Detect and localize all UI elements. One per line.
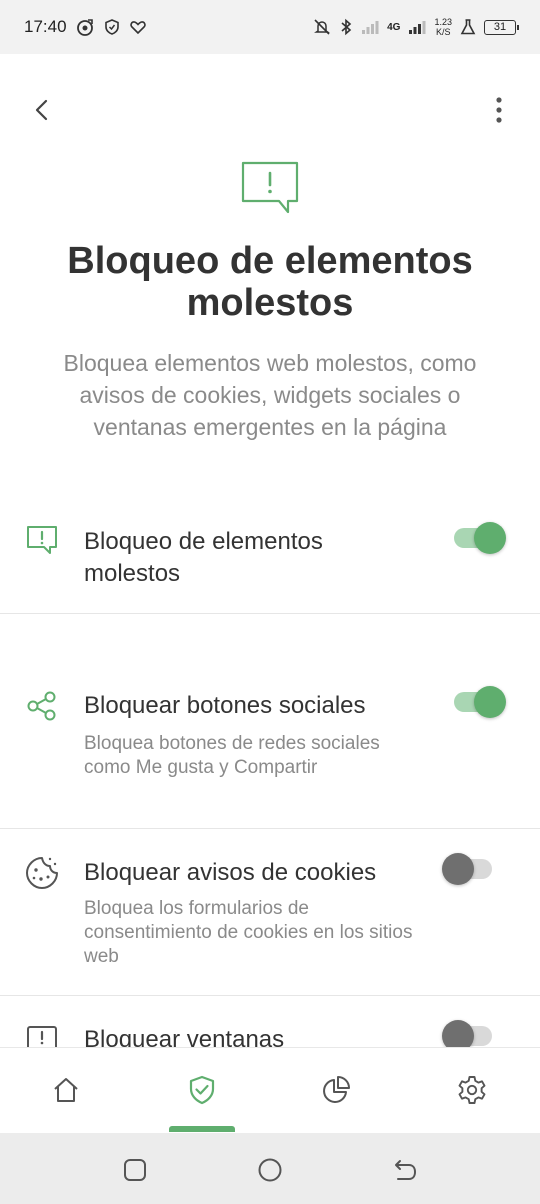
nav-home[interactable] [46,1070,86,1110]
network-speed-unit: K/S [435,27,451,37]
toggle-block-annoyances[interactable] [454,522,506,554]
page-subtitle: Bloquea elementos web molestos, como avi… [63,350,477,440]
network-speed: 1.23 K/S [434,17,452,37]
home-icon [54,1078,78,1102]
setting-title: Bloquear ventanas [84,1026,285,1047]
recents-button[interactable] [120,1155,150,1185]
system-navigation-bar [0,1133,540,1204]
settings-list[interactable]: Bloqueo de elementos molestos Bloquear b… [0,500,540,1047]
page-title: Bloqueo de elementos molestos [67,240,473,324]
gear-icon [458,1076,486,1104]
nav-protection[interactable] [182,1070,222,1110]
status-bar: 17:40 4G 1.23 K/S 31 [0,0,540,54]
circle-icon [258,1158,282,1182]
nav-settings[interactable] [452,1070,492,1110]
toggle-knob [442,853,474,885]
chevron-left-icon [35,99,48,121]
toggle-popups[interactable] [442,1020,492,1047]
setting-row-block-annoyances[interactable]: Bloqueo de elementos molestos [0,500,540,614]
setting-row-popups[interactable]: Bloquear ventanas [0,996,540,1047]
more-options-button[interactable] [484,90,514,130]
toggle-social-buttons[interactable] [454,686,506,718]
status-right: 4G 1.23 K/S 31 [313,17,519,37]
more-vertical-icon [496,97,502,123]
shield-notification-icon [103,18,121,36]
toggle-knob [442,1020,474,1047]
nav-statistics[interactable] [316,1070,356,1110]
heart-notification-icon [129,18,147,36]
home-system-button[interactable] [255,1155,285,1185]
battery-level: 31 [493,21,507,33]
bluetooth-icon [339,18,353,36]
mute-icon [313,18,331,36]
flask-icon [460,18,476,36]
toggle-cookie-notices[interactable] [442,853,492,885]
status-left: 17:40 [24,17,147,37]
bottom-navigation [0,1047,540,1133]
alert-message-icon [240,160,300,218]
battery-indicator: 31 [484,19,519,35]
signal-weak-icon [361,19,379,35]
setting-description: Bloquea los formularios de consentimient… [84,898,413,967]
back-arrow-icon [395,1160,416,1180]
setting-description: Bloquea botones de redes sociales como M… [84,733,380,778]
signal-strong-icon [408,19,426,35]
network-speed-value: 1.23 [434,17,452,27]
back-system-button[interactable] [390,1155,420,1185]
alert-message-icon [27,526,57,554]
setting-title: Bloqueo de elementos molestos [84,528,323,587]
setting-row-social-buttons[interactable]: Bloquear botones sociales Bloquea botone… [0,670,540,829]
network-type: 4G [387,21,401,33]
toggle-knob [474,522,506,554]
popup-alert-icon [27,1026,57,1047]
setting-row-cookie-notices[interactable]: Bloquear avisos de cookies Bloquea los f… [0,829,540,996]
setting-title: Bloquear botones sociales [84,692,366,719]
cookie-icon [26,857,58,889]
share-icon [27,691,56,721]
shield-check-icon [189,1075,215,1105]
status-time: 17:40 [24,17,67,36]
active-tab-indicator [169,1126,235,1132]
notification-app-icon [75,17,95,37]
square-icon [124,1159,146,1181]
app-bar [0,54,540,162]
back-button[interactable] [22,90,62,130]
toggle-knob [474,686,506,718]
pie-chart-icon [323,1076,350,1103]
setting-title: Bloquear avisos de cookies [84,859,377,886]
divider [0,613,540,614]
